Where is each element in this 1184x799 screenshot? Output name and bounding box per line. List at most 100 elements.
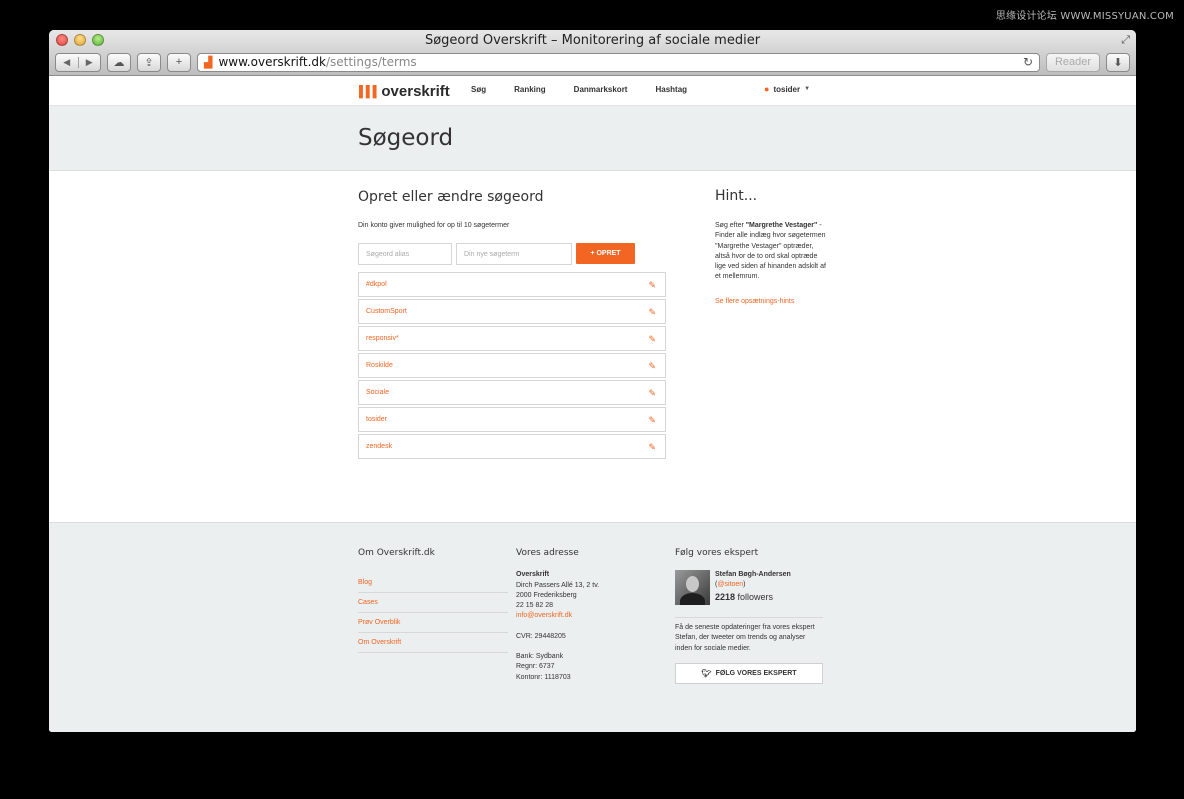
term-row[interactable]: tosider ✎ [358, 407, 666, 432]
company-name: Overskrift [516, 571, 550, 579]
footer-link-overblik[interactable]: Prøv Overblik [358, 613, 508, 633]
browser-chrome: Søgeord Overskrift – Monitorering af soc… [49, 30, 1136, 76]
nav-links: Søg Ranking Danmarkskort Hashtag [471, 85, 715, 94]
address-bar[interactable]: ▟ www.overskrift.dk /settings/terms ↻ [197, 52, 1040, 72]
term-label[interactable]: tosider [366, 416, 387, 423]
footer-expert: Følg vores ekspert Stefan Bøgh-Andersen … [675, 548, 823, 684]
term-label[interactable]: #dkpol [366, 281, 387, 288]
followers: 2218 followers [715, 592, 791, 602]
street: Dirch Passers Allé 13, 2 tv. [516, 581, 600, 589]
hint-prefix: Søg efter [715, 222, 746, 229]
pencil-icon[interactable]: ✎ [648, 280, 656, 291]
term-label[interactable]: zendesk [366, 443, 392, 450]
hint-body: Søg efter "Margrethe Vestager" - Finder … [715, 221, 827, 283]
forward-icon[interactable]: ▶ [79, 57, 101, 68]
footer-address-title: Vores adresse [516, 548, 579, 558]
regnr: Regnr: 6737 [516, 663, 555, 671]
back-icon[interactable]: ◀ [56, 56, 79, 68]
terms-list: #dkpol ✎ CustomSport ✎ responsiv* ✎ Roskild… [358, 272, 666, 461]
expert-handle[interactable]: @sitoen [717, 581, 743, 588]
expert-info: Stefan Bøgh-Andersen (@sitoen) 2218 foll… [715, 570, 791, 605]
term-row[interactable]: CustomSport ✎ [358, 299, 666, 324]
avatar [675, 570, 710, 605]
followers-label: followers [735, 592, 774, 602]
browser-window: Søgeord Overskrift – Monitorering af soc… [49, 30, 1136, 732]
hint-example: "Margrethe Vestager" [745, 222, 818, 229]
address-block: Overskrift Dirch Passers Allé 13, 2 tv. … [516, 570, 656, 621]
footer-link-cases[interactable]: Cases [358, 593, 508, 613]
footer-about-title: Om Overskrift.dk [358, 548, 435, 558]
pencil-icon[interactable]: ✎ [648, 361, 656, 372]
expert-card: Stefan Bøgh-Andersen (@sitoen) 2218 foll… [675, 570, 823, 618]
create-button[interactable]: + OPRET [576, 243, 635, 264]
followers-count: 2218 [715, 592, 736, 602]
term-row[interactable]: responsiv* ✎ [358, 326, 666, 351]
hint-suffix: - Finder alle indlæg hvor søgetermen "Ma… [715, 222, 826, 281]
nav-link-danmarkskort[interactable]: Danmarkskort [574, 85, 628, 94]
hints-link[interactable]: Se flere opsætnings-hints [715, 298, 794, 305]
reload-icon[interactable]: ↻ [1023, 55, 1033, 69]
browser-toolbar: ◀ ▶ ☁ ⇪ + ▟ www.overskrift.dk /settings/… [55, 52, 1130, 72]
term-row[interactable]: #dkpol ✎ [358, 272, 666, 297]
fullscreen-icon[interactable]: ⤢ [1121, 34, 1130, 47]
site-nav: ▌▌▌ overskrift Søg Ranking Danmarkskort … [49, 76, 1136, 106]
watermark: 思缘设计论坛 WWW.MISSYUAN.COM [995, 11, 1174, 22]
expert-description: Få de seneste opdateringer fra vores eks… [675, 624, 815, 652]
site-logo[interactable]: ▌▌▌ overskrift [359, 83, 450, 100]
pencil-icon[interactable]: ✎ [648, 388, 656, 399]
hint-title: Hint... [715, 188, 758, 204]
nav-link-hashtag[interactable]: Hashtag [655, 85, 687, 94]
logo-bars-icon: ▌▌▌ [359, 85, 380, 98]
footer-link-blog[interactable]: Blog [358, 573, 508, 593]
window-title: Søgeord Overskrift – Monitorering af soc… [424, 33, 761, 48]
reader-button[interactable]: Reader [1046, 52, 1100, 72]
web-page: ▌▌▌ overskrift Søg Ranking Danmarkskort … [49, 76, 1136, 732]
term-row[interactable]: Sociale ✎ [358, 380, 666, 405]
user-menu[interactable]: ● tosider ▼ [764, 84, 810, 94]
pencil-icon[interactable]: ✎ [648, 415, 656, 426]
follow-label: FØLG VORES EKSPERT [715, 669, 797, 677]
footer-link-about[interactable]: Om Overskrift [358, 633, 508, 653]
term-label[interactable]: Sociale [366, 389, 389, 396]
email-link[interactable]: info@overskrift.dk [516, 611, 656, 621]
logo-text: overskrift [381, 83, 450, 100]
term-label[interactable]: Roskilde [366, 362, 393, 369]
create-term-form: Søgeord alias Din nye søgeterm + OPRET [358, 243, 635, 265]
term-input[interactable]: Din nye søgeterm [456, 243, 572, 265]
footer-address: Vores adresse Overskrift Dirch Passers A… [516, 548, 656, 683]
alias-input[interactable]: Søgeord alias [358, 243, 452, 265]
phone: 22 15 82 28 [516, 602, 553, 610]
konto: Kontonr: 1118703 [516, 673, 571, 681]
term-label[interactable]: CustomSport [366, 308, 407, 315]
bank: Bank: Sydbank [516, 653, 564, 661]
pencil-icon[interactable]: ✎ [648, 334, 656, 345]
footer-expert-title: Følg vores ekspert [675, 548, 759, 558]
icloud-tabs-icon[interactable]: ☁ [107, 52, 131, 72]
term-row[interactable]: zendesk ✎ [358, 434, 666, 459]
follow-expert-button[interactable]: 🐦︎ FØLG VORES EKSPERT [675, 662, 823, 684]
cvr: CVR: 29448205 [516, 632, 566, 640]
back-forward-buttons: ◀ ▶ [55, 52, 101, 72]
title-bar: Søgeord Overskrift – Monitorering af soc… [49, 30, 1136, 50]
new-tab-icon[interactable]: + [167, 52, 191, 72]
share-icon[interactable]: ⇪ [137, 52, 161, 72]
nav-link-ranking[interactable]: Ranking [514, 85, 546, 94]
page-header: Søgeord [49, 106, 1136, 171]
twitter-icon: 🐦︎ [701, 668, 712, 678]
user-icon: ● [764, 84, 770, 94]
section-heading: Opret eller ændre søgeord [358, 189, 544, 205]
pencil-icon[interactable]: ✎ [648, 307, 656, 318]
downloads-icon[interactable]: ⬇ [1106, 52, 1130, 72]
caret-down-icon: ▼ [804, 86, 811, 92]
pencil-icon[interactable]: ✎ [648, 442, 656, 453]
term-label[interactable]: responsiv* [366, 335, 399, 342]
favicon-icon: ▟ [204, 55, 213, 69]
nav-link-sog[interactable]: Søg [471, 85, 486, 94]
main-content: Opret eller ændre søgeord Din konto give… [49, 171, 1136, 522]
url-path: /settings/terms [325, 55, 417, 69]
user-name: tosider [773, 84, 801, 94]
footer-about: Om Overskrift.dk Blog Cases Prøv Overbli… [358, 548, 508, 653]
expert-name: Stefan Bøgh-Andersen [715, 571, 791, 578]
term-row[interactable]: Roskilde ✎ [358, 353, 666, 378]
expert-handle-line: (@sitoen) [715, 581, 746, 588]
